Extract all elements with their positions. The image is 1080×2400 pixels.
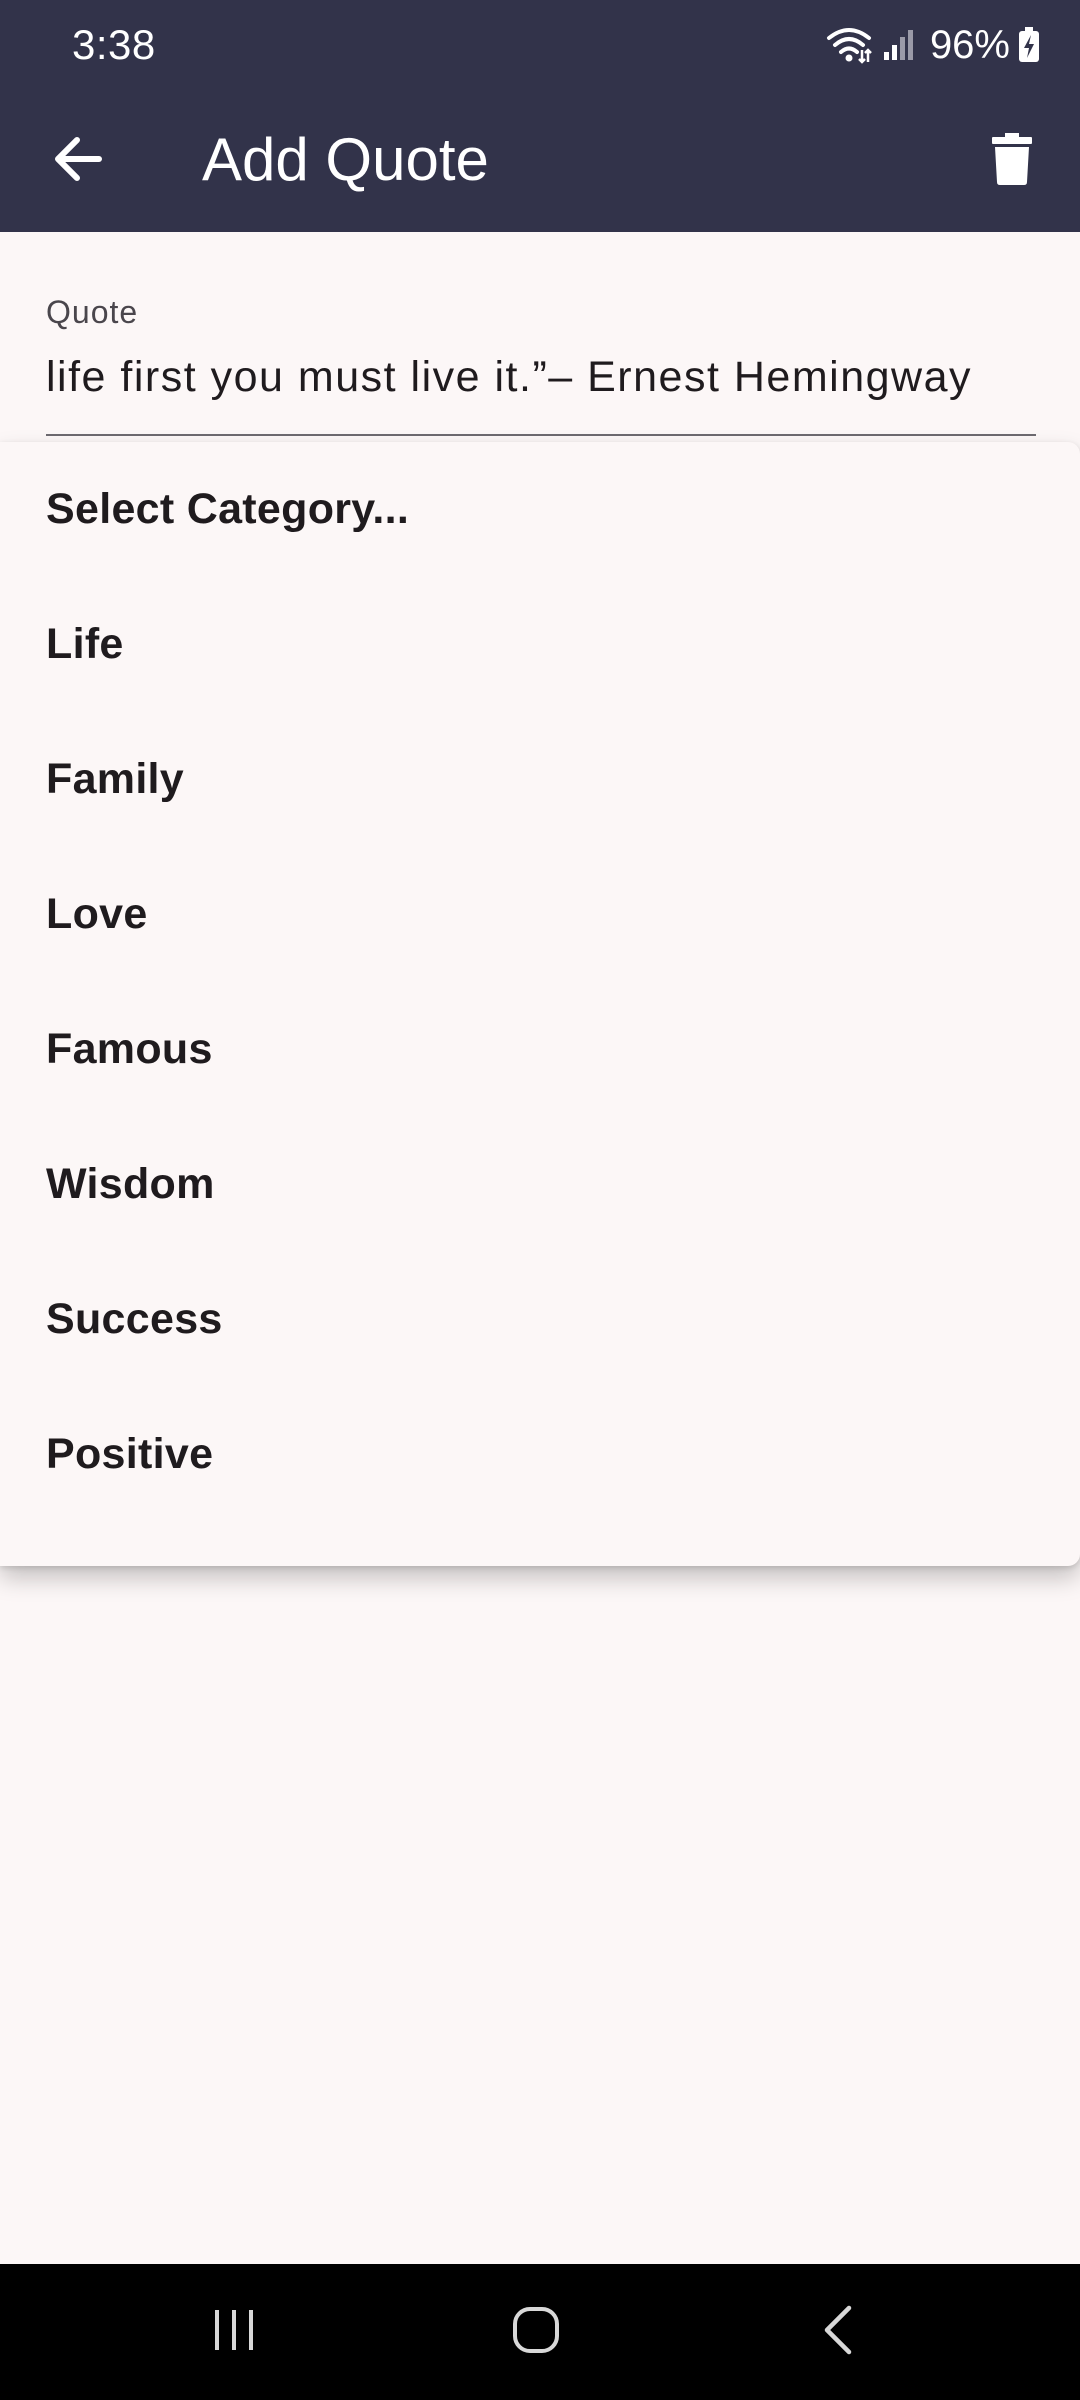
home-icon [512,2306,560,2359]
back-icon [821,2305,855,2360]
recent-apps-icon [211,2308,257,2357]
app-bar: Add Quote [0,90,1080,232]
menu-item-success[interactable]: Success [0,1252,1080,1387]
battery-charging-icon [1018,27,1040,63]
wifi-icon [826,26,872,64]
home-button[interactable] [476,2292,596,2372]
menu-item-positive[interactable]: Positive [0,1387,1080,1522]
status-bar: 3:38 96% [0,0,1080,90]
menu-item-family[interactable]: Family [0,712,1080,847]
delete-button[interactable] [974,123,1050,199]
trash-icon [992,132,1032,190]
system-back-button[interactable] [778,2292,898,2372]
signal-icon [882,28,916,62]
quote-field[interactable]: Quote life first you must live it.”– Ern… [46,292,1036,436]
menu-item-wisdom[interactable]: Wisdom [0,1117,1080,1252]
quote-label: Quote [46,294,139,330]
menu-item-love[interactable]: Love [0,847,1080,982]
quote-input-text: life first you must live it.”– Ernest He… [46,353,972,401]
menu-item-famous[interactable]: Famous [0,982,1080,1117]
back-button[interactable] [40,123,116,199]
menu-item-life[interactable]: Life [0,577,1080,712]
recent-apps-button[interactable] [174,2292,294,2372]
battery-percent: 96% [929,23,1010,67]
quote-input[interactable]: life first you must live it.”– Ernest He… [46,344,1036,410]
status-icons: 96% [826,18,1040,72]
page-title: Add Quote [202,126,489,193]
navigation-bar [0,2264,1080,2400]
arrow-back-icon [53,136,103,187]
status-time: 3:38 [72,21,156,68]
category-dropdown-menu: Select Category... Life Family Love Famo… [0,442,1080,1566]
menu-item-select-category[interactable]: Select Category... [0,442,1080,577]
